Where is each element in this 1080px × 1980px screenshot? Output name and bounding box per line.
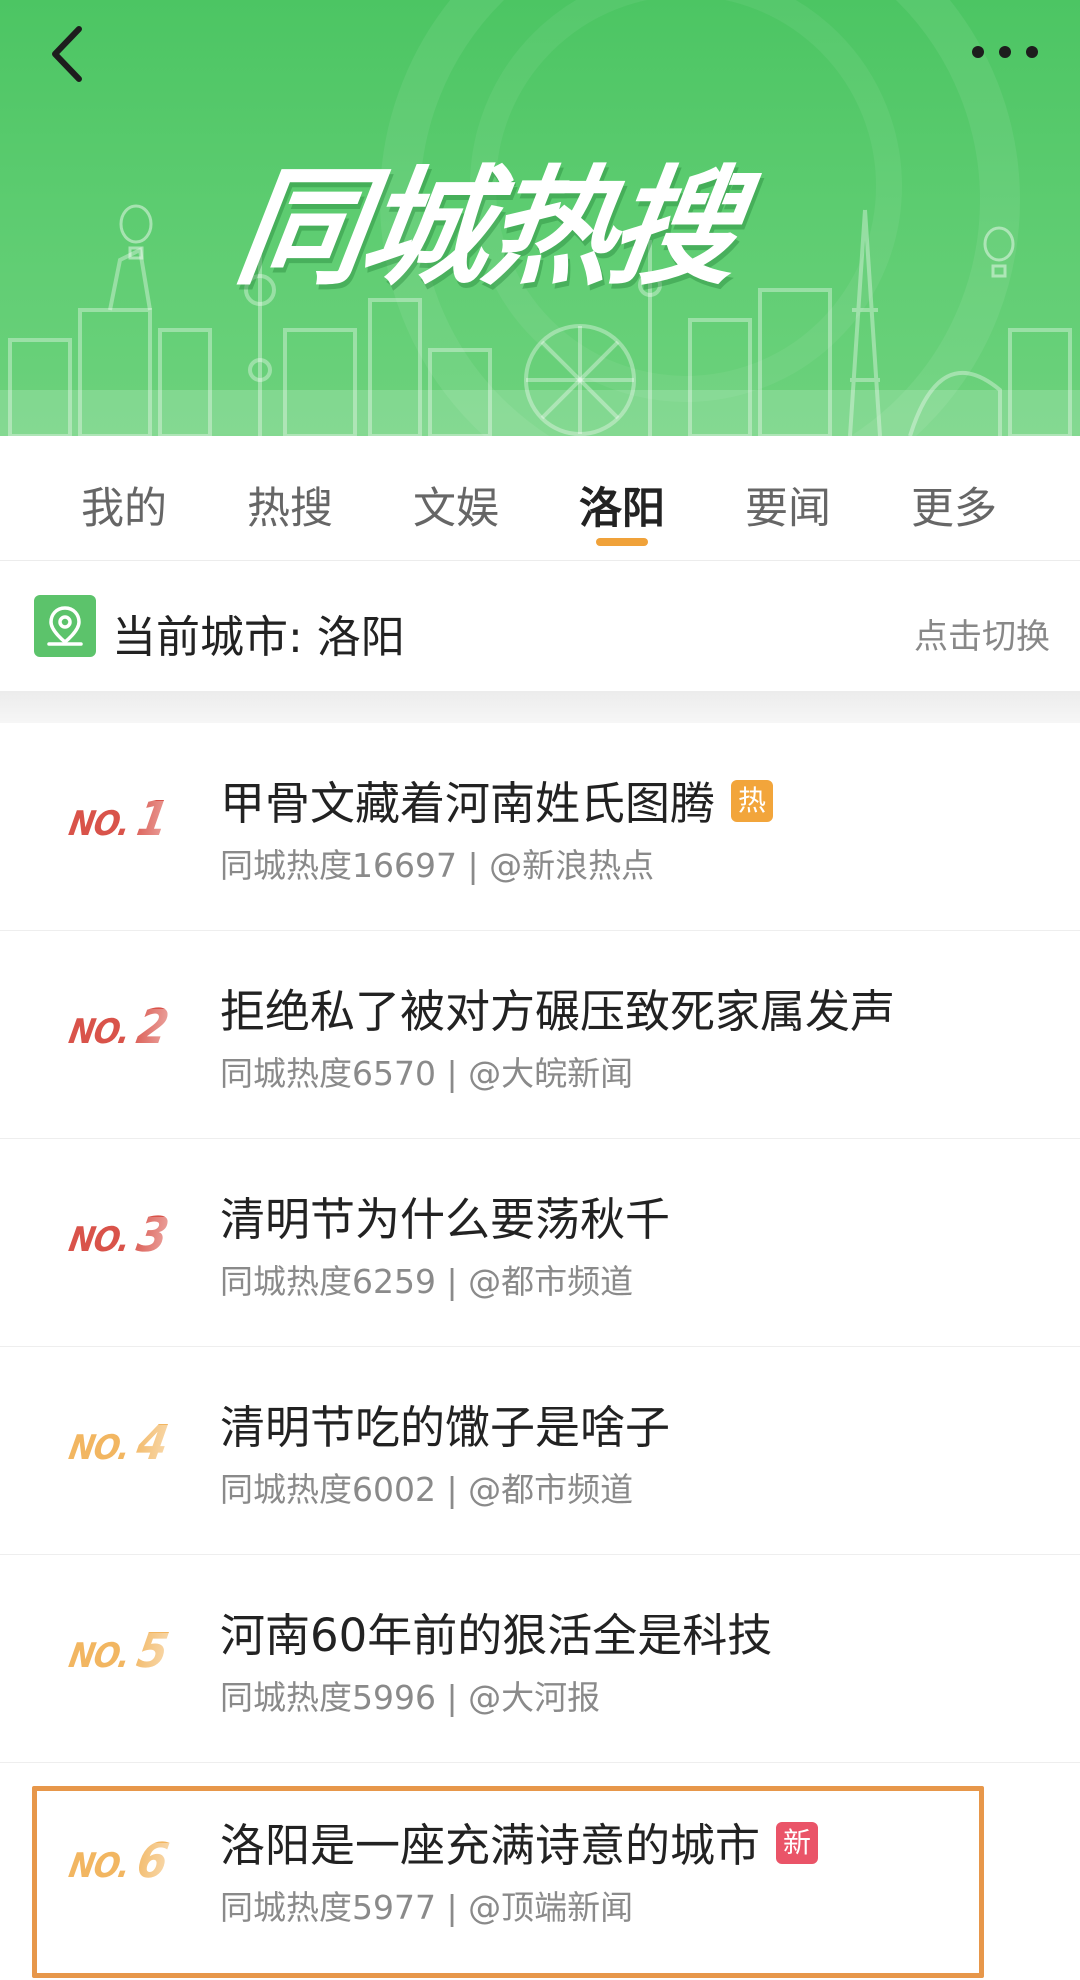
rank-label: NO.3 xyxy=(65,1207,204,1267)
tab-luoyang[interactable]: 洛阳 xyxy=(562,474,682,536)
new-badge: 新 xyxy=(776,1822,819,1864)
hot-badge: 热 xyxy=(731,780,774,822)
tab-hot-search[interactable]: 热搜 xyxy=(230,474,350,536)
more-dots-icon xyxy=(972,46,1038,58)
tab-entertainment[interactable]: 文娱 xyxy=(396,474,516,536)
list-item[interactable]: NO.5 河南60年前的狠活全是科技 同城热度5996 | @大河报 xyxy=(0,1555,1080,1764)
current-city-label: 当前城市: 洛阳 xyxy=(112,612,405,663)
chevron-left-icon xyxy=(52,26,82,82)
rank-label: NO.2 xyxy=(65,999,204,1059)
item-meta: 同城热度6570 | @大皖新闻 xyxy=(220,1054,634,1093)
category-tabs: 我的 热搜 文娱 洛阳 要闻 更多 xyxy=(0,436,1080,561)
list-item[interactable]: NO.1 甲骨文藏着河南姓氏图腾热 同城热度16697 | @新浪热点 xyxy=(0,723,1080,932)
active-tab-indicator xyxy=(596,538,648,546)
tab-news[interactable]: 要闻 xyxy=(728,474,848,536)
more-options-button[interactable] xyxy=(960,22,1050,82)
item-title: 清明节吃的馓子是啥子 xyxy=(220,1401,671,1454)
item-meta: 同城热度16697 | @新浪热点 xyxy=(220,846,655,885)
item-title: 甲骨文藏着河南姓氏图腾热 xyxy=(220,767,774,832)
item-title: 拒绝私了被对方碾压致死家属发声 xyxy=(220,985,896,1038)
list-item[interactable]: NO.6 洛阳是一座充满诗意的城市新 同城热度5977 | @顶端新闻 xyxy=(0,1763,1080,1970)
rank-label: NO.6 xyxy=(65,1833,204,1893)
item-meta: 同城热度5996 | @大河报 xyxy=(220,1678,601,1717)
rank-label: NO.1 xyxy=(65,791,204,851)
switch-city-button[interactable]: 点击切换 xyxy=(914,609,1050,658)
header-banner: 同城热搜 xyxy=(0,0,1080,436)
item-title: 洛阳是一座充满诗意的城市新 xyxy=(220,1809,819,1874)
hot-air-balloon-icon xyxy=(983,226,1015,278)
current-city-bar: 当前城市: 洛阳 点击切换 xyxy=(0,561,1080,691)
back-button[interactable] xyxy=(32,14,102,94)
item-meta: 同城热度6259 | @都市频道 xyxy=(220,1262,634,1301)
list-item[interactable]: NO.3 清明节为什么要荡秋千 同城热度6259 | @都市频道 xyxy=(0,1139,1080,1348)
rank-label: NO.5 xyxy=(65,1623,204,1683)
list-item[interactable]: NO.4 清明节吃的馓子是啥子 同城热度6002 | @都市频道 xyxy=(0,1347,1080,1556)
tab-more[interactable]: 更多 xyxy=(894,474,1014,536)
item-title: 清明节为什么要荡秋千 xyxy=(220,1193,671,1246)
item-title: 河南60年前的狠活全是科技 xyxy=(220,1609,773,1662)
location-pin-icon xyxy=(34,595,96,657)
list-item[interactable]: NO.2 拒绝私了被对方碾压致死家属发声 同城热度6570 | @大皖新闻 xyxy=(0,931,1080,1140)
tab-mine[interactable]: 我的 xyxy=(64,474,184,536)
rank-label: NO.4 xyxy=(65,1415,204,1475)
hot-air-balloon-icon xyxy=(119,204,153,260)
banner-title: 同城热搜 xyxy=(227,154,745,303)
section-divider xyxy=(0,691,1080,723)
item-meta: 同城热度5977 | @顶端新闻 xyxy=(220,1888,634,1927)
item-meta: 同城热度6002 | @都市频道 xyxy=(220,1470,634,1509)
